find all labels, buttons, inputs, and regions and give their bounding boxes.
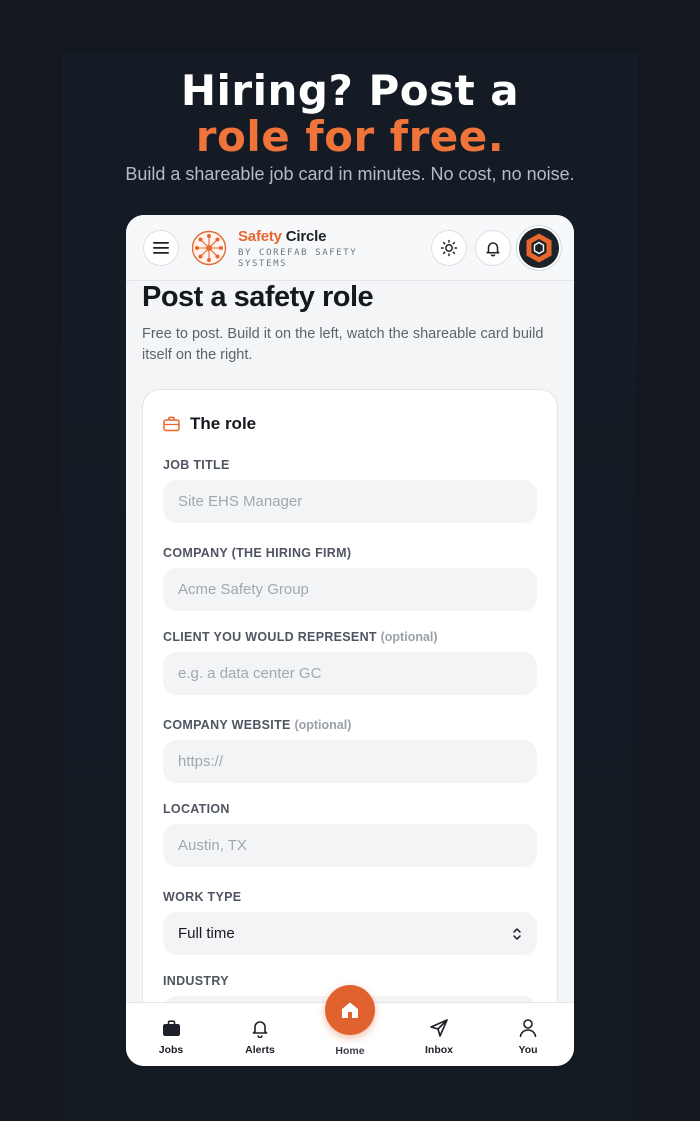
brand-title: Safety Circle bbox=[238, 228, 378, 245]
client-optional-tag: (optional) bbox=[380, 630, 438, 644]
tab-you[interactable]: You bbox=[498, 1017, 558, 1056]
hero-subtitle: Build a shareable job card in minutes. N… bbox=[125, 164, 575, 184]
job-title-label-text: JOB TITLE bbox=[163, 458, 230, 472]
phone-frame: Safety Circle BY COREFAB SAFETY SYSTEMS bbox=[126, 215, 574, 1066]
menu-icon bbox=[153, 242, 169, 254]
select-chevrons-icon bbox=[513, 927, 521, 940]
location-label-text: LOCATION bbox=[163, 802, 230, 816]
app-header: Safety Circle BY COREFAB SAFETY SYSTEMS bbox=[126, 215, 574, 281]
sun-icon bbox=[440, 239, 458, 257]
location-input[interactable]: Austin, TX bbox=[163, 824, 537, 867]
job-title-input[interactable]: Site EHS Manager bbox=[163, 480, 537, 523]
work-type-label-text: WORK TYPE bbox=[163, 890, 242, 904]
tab-home-label: Home bbox=[335, 1045, 365, 1057]
briefcase-filled-icon bbox=[162, 1019, 180, 1036]
page-title: Post a safety role bbox=[142, 281, 374, 313]
company-input[interactable]: Acme Safety Group bbox=[163, 568, 537, 611]
website-optional-tag: (optional) bbox=[294, 718, 352, 732]
notifications-button[interactable] bbox=[475, 230, 511, 266]
website-label-text: COMPANY WEBSITE bbox=[163, 718, 291, 732]
home-button[interactable] bbox=[325, 985, 375, 1035]
work-type-label: WORK TYPE bbox=[163, 890, 241, 904]
hero-headline-line1: Hiring? Post a bbox=[180, 66, 520, 115]
send-icon bbox=[430, 1019, 448, 1037]
industry-label-text: INDUSTRY bbox=[163, 974, 229, 988]
safety-circle-logo bbox=[191, 230, 227, 266]
bell-icon bbox=[486, 242, 500, 257]
industry-label: INDUSTRY bbox=[163, 974, 229, 988]
job-title-placeholder: Site EHS Manager bbox=[178, 493, 303, 510]
company-label-text: COMPANY (THE HIRING FIRM) bbox=[163, 546, 352, 560]
client-label-text: CLIENT YOU WOULD REPRESENT bbox=[163, 630, 377, 644]
company-label: COMPANY (THE HIRING FIRM) bbox=[163, 546, 351, 560]
brand-subtitle: BY COREFAB SAFETY SYSTEMS bbox=[238, 248, 358, 269]
home-icon bbox=[342, 1002, 358, 1018]
hexagon-avatar-icon bbox=[526, 233, 552, 263]
content-scroll[interactable]: Post a safety role Free to post. Build i… bbox=[126, 281, 574, 1002]
user-icon bbox=[519, 1019, 537, 1038]
role-form-card: The role JOB TITLE Site EHS Manager COMP… bbox=[142, 389, 558, 1002]
menu-button[interactable] bbox=[143, 230, 179, 266]
location-label: LOCATION bbox=[163, 802, 230, 816]
brand: Safety Circle BY COREFAB SAFETY SYSTEMS bbox=[238, 228, 378, 270]
briefcase-icon bbox=[163, 416, 180, 432]
hero-headline-line2: role for free. bbox=[195, 112, 505, 161]
website-input[interactable]: https:// bbox=[163, 740, 537, 783]
job-title-label: JOB TITLE bbox=[163, 458, 230, 472]
tab-jobs-label: Jobs bbox=[158, 1044, 184, 1056]
client-label: CLIENT YOU WOULD REPRESENT (optional) bbox=[163, 630, 438, 644]
bell-icon bbox=[252, 1021, 268, 1038]
work-type-value: Full time bbox=[178, 925, 235, 942]
work-type-select[interactable]: Full time bbox=[163, 912, 537, 955]
tab-inbox[interactable]: Inbox bbox=[409, 1017, 469, 1056]
location-placeholder: Austin, TX bbox=[178, 837, 247, 854]
website-label: COMPANY WEBSITE (optional) bbox=[163, 718, 351, 732]
page-description: Free to post. Build it on the left, watc… bbox=[142, 326, 544, 363]
user-avatar[interactable] bbox=[517, 226, 561, 270]
tab-you-label: You bbox=[518, 1044, 538, 1056]
theme-toggle-button[interactable] bbox=[431, 230, 467, 266]
section-header: The role bbox=[163, 414, 256, 434]
tab-inbox-label: Inbox bbox=[425, 1044, 453, 1056]
tab-alerts[interactable]: Alerts bbox=[230, 1017, 290, 1056]
client-placeholder: e.g. a data center GC bbox=[178, 665, 322, 682]
section-title: The role bbox=[190, 414, 257, 433]
brand-title-rest: Circle bbox=[281, 228, 327, 245]
website-placeholder: https:// bbox=[178, 753, 224, 770]
tab-alerts-label: Alerts bbox=[245, 1044, 275, 1056]
company-placeholder: Acme Safety Group bbox=[178, 581, 309, 598]
brand-title-accent: Safety bbox=[238, 228, 282, 245]
hero: Hiring? Post a role for free. Build a sh… bbox=[0, 68, 700, 185]
tab-jobs[interactable]: Jobs bbox=[141, 1017, 201, 1056]
client-input[interactable]: e.g. a data center GC bbox=[163, 652, 537, 695]
